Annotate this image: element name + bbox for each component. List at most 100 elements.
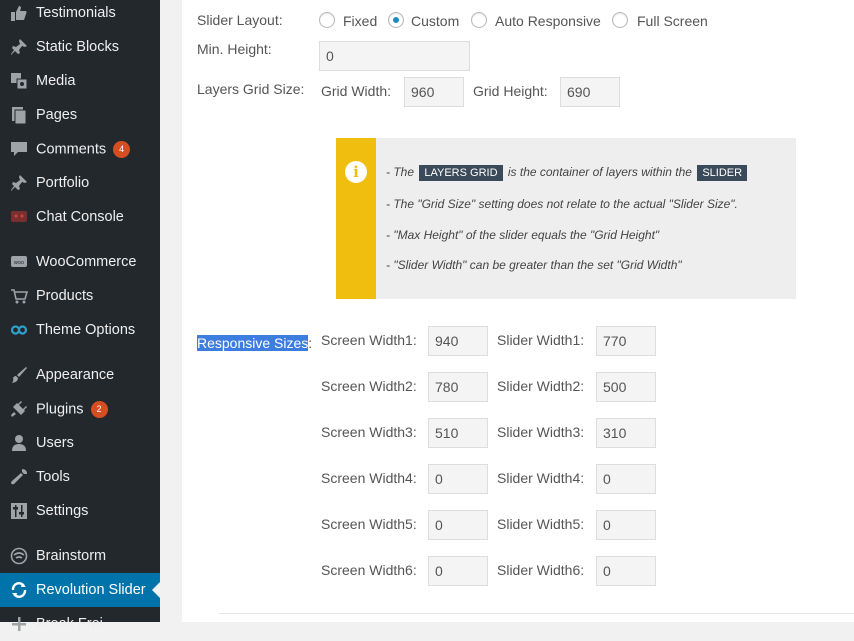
slider-layout-label: Slider Layout: — [197, 12, 283, 28]
grid-info-box: i - The LAYERS GRID is the container of … — [336, 138, 796, 299]
info-line-4: - "Slider Width" can be greater than the… — [386, 258, 682, 272]
chat-icon — [9, 207, 29, 227]
slider-width-2-label: Slider Width2: — [497, 378, 585, 394]
sidebar-item-tools[interactable]: Tools — [0, 460, 160, 494]
slider-tag: SLIDER — [697, 165, 748, 181]
info-text: - The — [386, 165, 415, 179]
sidebar-item-label: Break Frei — [36, 616, 103, 632]
layout-full-screen-label[interactable]: Full Screen — [637, 13, 708, 29]
sidebar-item-settings[interactable]: Settings — [0, 494, 160, 528]
responsive-sizes-colon: : — [308, 335, 313, 351]
sidebar-item-portfolio[interactable]: Portfolio — [0, 166, 160, 200]
layout-fixed-radio[interactable] — [319, 12, 335, 28]
sidebar-item-media[interactable]: Media — [0, 64, 160, 98]
sidebar-item-woocommerce[interactable]: woo WooCommerce — [0, 245, 160, 279]
sidebar-item-label: Revolution Slider — [36, 582, 146, 598]
min-height-label: Min. Height: — [197, 41, 272, 57]
screen-width-4-label: Screen Width4: — [321, 470, 417, 486]
svg-text:woo: woo — [14, 260, 24, 266]
sidebar-item-static-blocks[interactable]: Static Blocks — [0, 30, 160, 64]
sidebar-item-label: Media — [36, 73, 76, 89]
slider-width-1-input[interactable]: 770 — [596, 326, 656, 356]
layout-fixed-label[interactable]: Fixed — [343, 13, 377, 29]
grid-height-label: Grid Height: — [473, 83, 548, 99]
slider-width-3-label: Slider Width3: — [497, 424, 585, 440]
comment-icon — [9, 139, 29, 159]
sidebar-item-plugins[interactable]: Plugins 2 — [0, 392, 160, 426]
grid-width-label: Grid Width: — [321, 83, 392, 99]
info-line-3: - "Max Height" of the slider equals the … — [386, 228, 660, 242]
slider-width-2-input[interactable]: 500 — [596, 372, 656, 402]
min-height-input[interactable]: 0 — [319, 41, 470, 71]
sidebar-item-label: Tools — [36, 469, 70, 485]
slider-width-6-label: Slider Width6: — [497, 562, 585, 578]
woo-icon: woo — [9, 252, 29, 272]
layout-auto-responsive-radio[interactable] — [471, 12, 487, 28]
pin-icon — [9, 37, 29, 57]
slider-width-5-input[interactable]: 0 — [596, 510, 656, 540]
sidebar-item-products[interactable]: Products — [0, 279, 160, 313]
screen-width-3-input[interactable]: 510 — [428, 418, 488, 448]
sidebar-item-appearance[interactable]: Appearance — [0, 358, 160, 392]
layout-custom-label[interactable]: Custom — [411, 13, 459, 29]
layout-custom-radio[interactable] — [388, 12, 404, 28]
slider-width-4-label: Slider Width4: — [497, 470, 585, 486]
comments-count-badge: 4 — [113, 140, 131, 158]
screen-width-5-input[interactable]: 0 — [428, 510, 488, 540]
layout-auto-responsive-label[interactable]: Auto Responsive — [495, 13, 601, 29]
sidebar-item-users[interactable]: Users — [0, 426, 160, 460]
slider-width-3-input[interactable]: 310 — [596, 418, 656, 448]
responsive-sizes-selected-text: Responsive Sizes — [197, 335, 309, 351]
sidebar-item-chat-console[interactable]: Chat Console — [0, 200, 160, 234]
screen-width-6-label: Screen Width6: — [321, 562, 417, 578]
screen-width-6-input[interactable]: 0 — [428, 556, 488, 586]
slider-width-5-label: Slider Width5: — [497, 516, 585, 532]
plugins-count-badge: 2 — [90, 400, 108, 418]
infinity-icon — [9, 320, 29, 340]
refresh-icon — [9, 580, 29, 600]
sidebar-item-label: Theme Options — [36, 322, 136, 338]
screen-width-2-input[interactable]: 780 — [428, 372, 488, 402]
grid-width-input[interactable]: 960 — [404, 77, 464, 107]
grid-height-input[interactable]: 690 — [560, 77, 620, 107]
slider-settings-panel: Slider Layout: Fixed Custom Auto Respons… — [182, 0, 854, 622]
thumbs-up-icon — [9, 3, 29, 23]
section-divider — [219, 613, 854, 614]
info-line-1: - The LAYERS GRID is the container of la… — [386, 165, 749, 181]
sidebar-item-label: WooCommerce — [36, 254, 137, 270]
wifi-icon — [9, 546, 29, 566]
screen-width-4-input[interactable]: 0 — [428, 464, 488, 494]
cart-icon — [9, 286, 29, 306]
layers-grid-size-label: Layers Grid Size: — [197, 81, 305, 97]
slider-width-6-input[interactable]: 0 — [596, 556, 656, 586]
sliders-icon — [9, 501, 29, 521]
screen-width-3-label: Screen Width3: — [321, 424, 417, 440]
info-line-2: - The "Grid Size" setting does not relat… — [386, 197, 738, 211]
screen-width-5-label: Screen Width5: — [321, 516, 417, 532]
sidebar-item-testimonials[interactable]: Testimonials — [0, 0, 160, 30]
sidebar-item-label: Users — [36, 435, 74, 451]
sidebar-item-theme-options[interactable]: Theme Options — [0, 313, 160, 347]
sidebar-item-label: Portfolio — [36, 175, 90, 191]
responsive-sizes-label: Responsive Sizes: — [197, 335, 312, 351]
sidebar-item-label: Comments — [36, 140, 107, 157]
sidebar-item-revolution-slider[interactable]: Revolution Slider — [0, 573, 160, 607]
sidebar-item-brainstorm[interactable]: Brainstorm — [0, 539, 160, 573]
pages-icon — [9, 105, 29, 125]
sidebar-item-pages[interactable]: Pages — [0, 98, 160, 132]
sidebar-item-label: Testimonials — [36, 5, 116, 21]
sidebar-item-label: Pages — [36, 107, 78, 123]
screen-width-2-label: Screen Width2: — [321, 378, 417, 394]
info-bar: i — [336, 138, 376, 299]
user-icon — [9, 433, 29, 453]
sidebar-item-label: Brainstorm — [36, 548, 107, 564]
slider-width-1-label: Slider Width1: — [497, 332, 585, 348]
wrench-icon — [9, 467, 29, 487]
slider-width-4-input[interactable]: 0 — [596, 464, 656, 494]
sidebar-item-break-frei[interactable]: Break Frei — [0, 607, 160, 641]
sidebar-item-label: Products — [36, 288, 94, 304]
screen-width-1-input[interactable]: 940 — [428, 326, 488, 356]
layout-full-screen-radio[interactable] — [612, 12, 628, 28]
sidebar-item-comments[interactable]: Comments 4 — [0, 132, 160, 166]
active-menu-arrow — [152, 582, 160, 598]
